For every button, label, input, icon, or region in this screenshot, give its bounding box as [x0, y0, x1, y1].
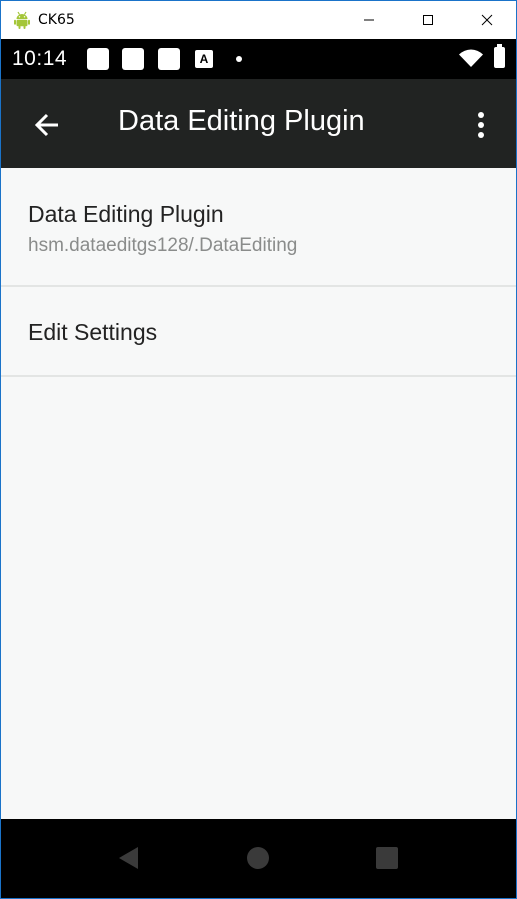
preference-list: Data Editing Plugin hsm.dataeditgs128/.D… [1, 168, 516, 377]
android-icon [13, 11, 31, 29]
back-button[interactable] [23, 101, 71, 149]
a-notification-icon: A [195, 50, 213, 68]
preference-title: Edit Settings [28, 319, 158, 345]
wifi-icon [459, 49, 483, 67]
emulator-window: CK65 10:14 A Data Editing Plugin Data Ed… [0, 0, 517, 899]
minimize-button[interactable] [339, 1, 398, 39]
arrow-back-icon [34, 113, 58, 137]
dot-icon [236, 56, 242, 62]
more-vert-icon [478, 112, 484, 138]
recents-square-icon [376, 847, 398, 869]
navigation-bar [1, 819, 516, 898]
notification-icon [87, 48, 109, 70]
window-title: CK65 [38, 12, 75, 28]
page-title: Data Editing Plugin [118, 105, 365, 137]
status-bar[interactable]: 10:14 A [1, 39, 516, 79]
preference-summary: hsm.dataeditgs128/.DataEditing [28, 235, 298, 256]
back-triangle-icon [119, 847, 138, 869]
home-circle-icon [247, 847, 269, 869]
status-clock: 10:14 [12, 47, 68, 70]
preference-item-data-editing-plugin[interactable]: Data Editing Plugin hsm.dataeditgs128/.D… [1, 168, 516, 287]
device-screen: 10:14 A Data Editing Plugin Data Editing… [1, 39, 516, 898]
overflow-menu-button[interactable] [457, 101, 505, 149]
battery-icon [494, 44, 505, 68]
minimize-icon [363, 19, 374, 21]
window-title-bar[interactable]: CK65 [1, 1, 516, 39]
close-icon [481, 14, 492, 26]
preference-item-edit-settings[interactable]: Edit Settings [1, 287, 516, 377]
maximize-button[interactable] [398, 1, 457, 39]
nav-home-button[interactable] [234, 835, 282, 881]
notification-icon [122, 48, 144, 70]
maximize-icon [422, 15, 433, 25]
notification-icon [158, 48, 180, 70]
nav-back-button[interactable] [105, 835, 153, 881]
preference-title: Data Editing Plugin [28, 201, 224, 227]
window-controls [339, 1, 516, 39]
nav-recents-button[interactable] [363, 835, 411, 881]
close-button[interactable] [457, 1, 516, 39]
app-bar: Data Editing Plugin [1, 79, 516, 168]
